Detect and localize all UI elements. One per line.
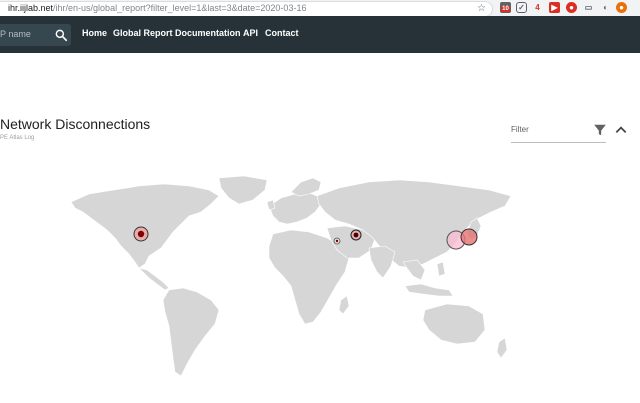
- greenland: [218, 175, 268, 205]
- url-text: ihr.iijlab.net/ihr/en-us/global_report?f…: [8, 3, 306, 13]
- scandinavia: [290, 177, 322, 197]
- nav-api[interactable]: API: [243, 28, 258, 38]
- search-placeholder: P name: [0, 29, 31, 39]
- nav-documentation[interactable]: Documentation: [175, 28, 241, 38]
- central-america: [138, 267, 170, 291]
- europe: [268, 191, 322, 225]
- cast-icon[interactable]: ▭: [583, 2, 594, 13]
- india: [368, 245, 396, 279]
- circle-icon[interactable]: ◐: [600, 2, 611, 13]
- world-map-svg: [70, 175, 512, 377]
- calendar-badge-text: 10: [501, 6, 510, 12]
- new-zealand: [496, 337, 508, 359]
- url-host: ihr.iijlab.net: [8, 3, 54, 13]
- youtube-icon[interactable]: ▶: [549, 2, 560, 13]
- address-bar[interactable]: ihr.iijlab.net/ihr/en-us/global_report?f…: [0, 1, 493, 17]
- north-america: [70, 183, 220, 269]
- bookmark-star-icon[interactable]: ☆: [477, 2, 486, 15]
- filter-label: Filter: [511, 125, 529, 134]
- site-navbar: P name Home Global Report Documentation …: [0, 16, 640, 53]
- extension-4-text: 4: [535, 3, 540, 12]
- marker-japan[interactable]: [460, 228, 478, 246]
- browser-toolbar: ihr.iijlab.net/ihr/en-us/global_report?f…: [0, 0, 640, 17]
- madagascar: [338, 295, 350, 315]
- indonesia: [404, 283, 454, 297]
- extension-4-icon[interactable]: 4: [532, 2, 543, 13]
- philippines: [436, 261, 446, 277]
- page-title: Network Disconnections: [0, 116, 151, 132]
- pocket-icon[interactable]: ✓: [516, 2, 527, 13]
- filter-funnel-icon[interactable]: [593, 123, 607, 137]
- calendar-badge-icon[interactable]: 10: [500, 2, 511, 13]
- url-path: /ihr/en-us/global_report?filter_level=1&…: [53, 3, 307, 13]
- nav-global-report[interactable]: Global Report: [113, 28, 173, 38]
- chevron-up-icon[interactable]: [614, 123, 628, 137]
- marker-egypt[interactable]: [333, 237, 341, 245]
- nav-home[interactable]: Home: [82, 28, 107, 38]
- nav-contact[interactable]: Contact: [265, 28, 299, 38]
- australia: [422, 303, 486, 345]
- uk: [266, 199, 276, 211]
- filter-input[interactable]: Filter: [511, 120, 606, 143]
- land-masses: [70, 175, 512, 377]
- south-america: [162, 287, 220, 377]
- search-input[interactable]: P name: [0, 24, 71, 46]
- record-icon[interactable]: ●: [566, 2, 577, 13]
- marker-us-west[interactable]: [133, 226, 149, 242]
- world-map[interactable]: [69, 172, 520, 394]
- marker-iran[interactable]: [350, 229, 362, 241]
- lastpass-icon[interactable]: ●: [616, 2, 627, 13]
- page-subtitle: PE Atlas Log: [0, 135, 35, 141]
- search-icon[interactable]: [54, 28, 68, 42]
